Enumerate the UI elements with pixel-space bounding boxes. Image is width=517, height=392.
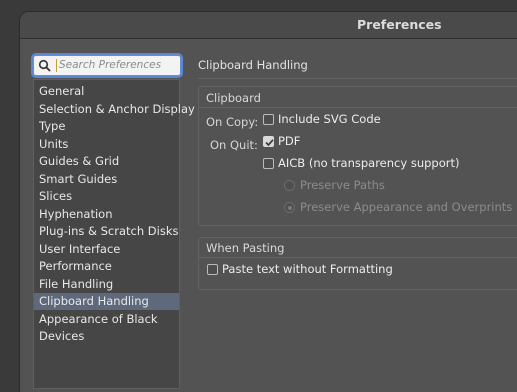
sidebar-item-slices[interactable]: Slices xyxy=(34,188,179,205)
clipboard-group-divider xyxy=(198,107,517,108)
sidebar-item-file-handling[interactable]: File Handling xyxy=(34,276,179,293)
pdf-checkbox[interactable] xyxy=(263,136,274,147)
search-field[interactable]: Search Preferences xyxy=(33,55,181,76)
clipboard-group-title: Clipboard xyxy=(206,91,261,105)
on-quit-label: On Quit: xyxy=(210,138,258,152)
preserve-appearance-label[interactable]: Preserve Appearance and Overprints xyxy=(300,200,512,214)
title-bar[interactable]: Preferences xyxy=(20,12,517,39)
include-svg-label[interactable]: Include SVG Code xyxy=(278,112,381,126)
sidebar-item-appearance-of-black[interactable]: Appearance of Black xyxy=(34,311,179,328)
paste-without-formatting-checkbox[interactable] xyxy=(207,264,218,275)
preferences-window: Preferences Search Preferences General S… xyxy=(20,12,517,392)
preserve-paths-label[interactable]: Preserve Paths xyxy=(300,178,385,192)
sidebar-item-devices[interactable]: Devices xyxy=(34,328,179,345)
preserve-appearance-radio[interactable] xyxy=(284,202,295,213)
sidebar-item-plugins-scratch-disks[interactable]: Plug-ins & Scratch Disks xyxy=(34,223,179,240)
text-cursor xyxy=(56,59,57,72)
preserve-paths-radio[interactable] xyxy=(284,180,295,191)
sidebar-item-type[interactable]: Type xyxy=(34,118,179,135)
window-title: Preferences xyxy=(357,17,442,32)
sidebar-item-performance[interactable]: Performance xyxy=(34,258,179,275)
sidebar-item-hyphenation[interactable]: Hyphenation xyxy=(34,206,179,223)
include-svg-checkbox[interactable] xyxy=(263,114,274,125)
aicb-label[interactable]: AICB (no transparency support) xyxy=(278,156,459,170)
search-icon xyxy=(38,59,51,72)
aicb-checkbox[interactable] xyxy=(263,158,274,169)
sidebar-item-selection-anchor-display[interactable]: Selection & Anchor Display xyxy=(34,101,195,118)
sidebar-item-clipboard-handling[interactable]: Clipboard Handling xyxy=(34,293,179,310)
sidebar-item-general[interactable]: General xyxy=(34,83,179,100)
paste-without-formatting-label[interactable]: Paste text without Formatting xyxy=(222,262,393,276)
search-placeholder: Search Preferences xyxy=(59,59,162,71)
page-title: Clipboard Handling xyxy=(198,58,308,72)
pasting-group-divider xyxy=(198,257,517,258)
pdf-label[interactable]: PDF xyxy=(278,134,300,148)
pasting-group-title: When Pasting xyxy=(206,241,285,255)
checkmark-icon xyxy=(265,139,274,147)
category-list: General Selection & Anchor Display Type … xyxy=(33,79,195,389)
sidebar-item-guides-grid[interactable]: Guides & Grid xyxy=(34,153,179,170)
sidebar-item-user-interface[interactable]: User Interface xyxy=(34,241,179,258)
sidebar-item-units[interactable]: Units xyxy=(34,136,179,153)
heading-divider xyxy=(198,78,517,79)
sidebar-item-smart-guides[interactable]: Smart Guides xyxy=(34,171,179,188)
on-copy-label: On Copy: xyxy=(206,115,259,129)
